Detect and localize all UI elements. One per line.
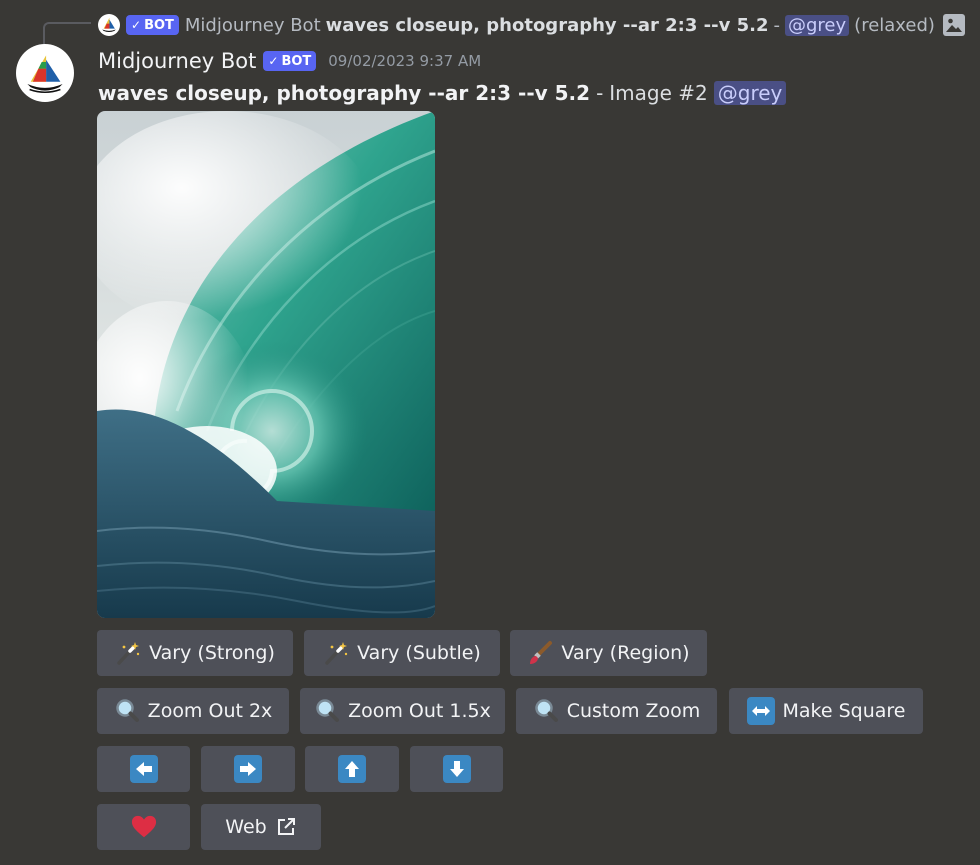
pan-up-button[interactable] — [305, 746, 399, 792]
make-square-label: Make Square — [782, 700, 906, 722]
arrow-down-icon — [442, 755, 471, 783]
image-attachment-icon[interactable] — [942, 14, 965, 36]
magic-wand-icon — [323, 640, 349, 666]
verified-check-icon: ✓ — [131, 18, 142, 32]
bot-tag-label: BOT — [144, 17, 174, 33]
verified-check-icon: ✓ — [268, 54, 279, 68]
pan-down-button[interactable] — [410, 746, 503, 792]
bot-tag-label: BOT — [281, 53, 312, 69]
external-link-icon — [275, 816, 297, 838]
content-separator: - — [596, 81, 604, 105]
reply-bot-tag: ✓ BOT — [126, 15, 179, 35]
arrow-right-icon — [234, 755, 262, 783]
magic-wand-icon — [115, 640, 141, 666]
make-square-button[interactable]: Make Square — [729, 688, 923, 734]
reply-separator: - — [773, 14, 781, 36]
author-name[interactable]: Midjourney Bot — [98, 49, 256, 73]
magnifier-icon — [314, 698, 340, 724]
image-number: Image #2 — [609, 81, 708, 105]
sailboat-logo-icon — [27, 55, 63, 94]
arrow-up-icon — [338, 755, 366, 783]
reply-reference[interactable]: ✓ BOT Midjourney Bot waves closeup, phot… — [98, 11, 965, 39]
heart-icon — [131, 814, 157, 840]
user-mention[interactable]: @grey — [713, 81, 787, 105]
custom-zoom-label: Custom Zoom — [566, 700, 701, 722]
zoom-out-2x-label: Zoom Out 2x — [147, 700, 273, 722]
reply-avatar[interactable] — [98, 14, 120, 36]
left-right-arrow-icon — [746, 697, 775, 725]
reply-mention[interactable]: @grey — [785, 14, 850, 36]
wave-illustration — [97, 111, 435, 618]
vary-strong-button[interactable]: Vary (Strong) — [97, 630, 293, 676]
zoom-out-1-5x-label: Zoom Out 1.5x — [348, 700, 491, 722]
web-label: Web — [225, 816, 267, 838]
magnifier-icon — [533, 698, 559, 724]
message-content: waves closeup, photography --ar 2:3 --v … — [98, 78, 787, 108]
vary-region-button[interactable]: Vary (Region) — [510, 630, 707, 676]
pan-right-button[interactable] — [201, 746, 295, 792]
vary-subtle-label: Vary (Subtle) — [357, 642, 481, 664]
web-link-button[interactable]: Web — [201, 804, 321, 850]
author-avatar[interactable] — [16, 44, 74, 102]
message-timestamp[interactable]: 09/02/2023 9:37 AM — [328, 52, 481, 70]
prompt-text: waves closeup, photography --ar 2:3 --v … — [98, 81, 591, 105]
bot-tag: ✓ BOT — [263, 51, 317, 71]
magnifier-icon — [114, 698, 140, 724]
message-header: Midjourney Bot ✓ BOT 09/02/2023 9:37 AM — [98, 46, 481, 76]
favorite-button[interactable] — [97, 804, 190, 850]
zoom-out-2x-button[interactable]: Zoom Out 2x — [97, 688, 289, 734]
custom-zoom-button[interactable]: Custom Zoom — [516, 688, 717, 734]
reply-author[interactable]: Midjourney Bot — [185, 15, 321, 36]
paintbrush-icon — [527, 640, 553, 666]
zoom-out-1-5x-button[interactable]: Zoom Out 1.5x — [300, 688, 505, 734]
vary-strong-label: Vary (Strong) — [149, 642, 275, 664]
arrow-left-icon — [129, 755, 158, 783]
reply-mode: (relaxed) — [854, 14, 935, 36]
image-glyph — [945, 18, 962, 32]
generated-wave-image[interactable] — [97, 111, 435, 618]
vary-region-label: Vary (Region) — [561, 642, 690, 664]
pan-left-button[interactable] — [97, 746, 190, 792]
reply-prompt[interactable]: waves closeup, photography --ar 2:3 --v … — [326, 15, 769, 36]
sailboat-logo-icon — [102, 17, 116, 32]
reply-connector — [43, 22, 91, 46]
vary-subtle-button[interactable]: Vary (Subtle) — [304, 630, 500, 676]
